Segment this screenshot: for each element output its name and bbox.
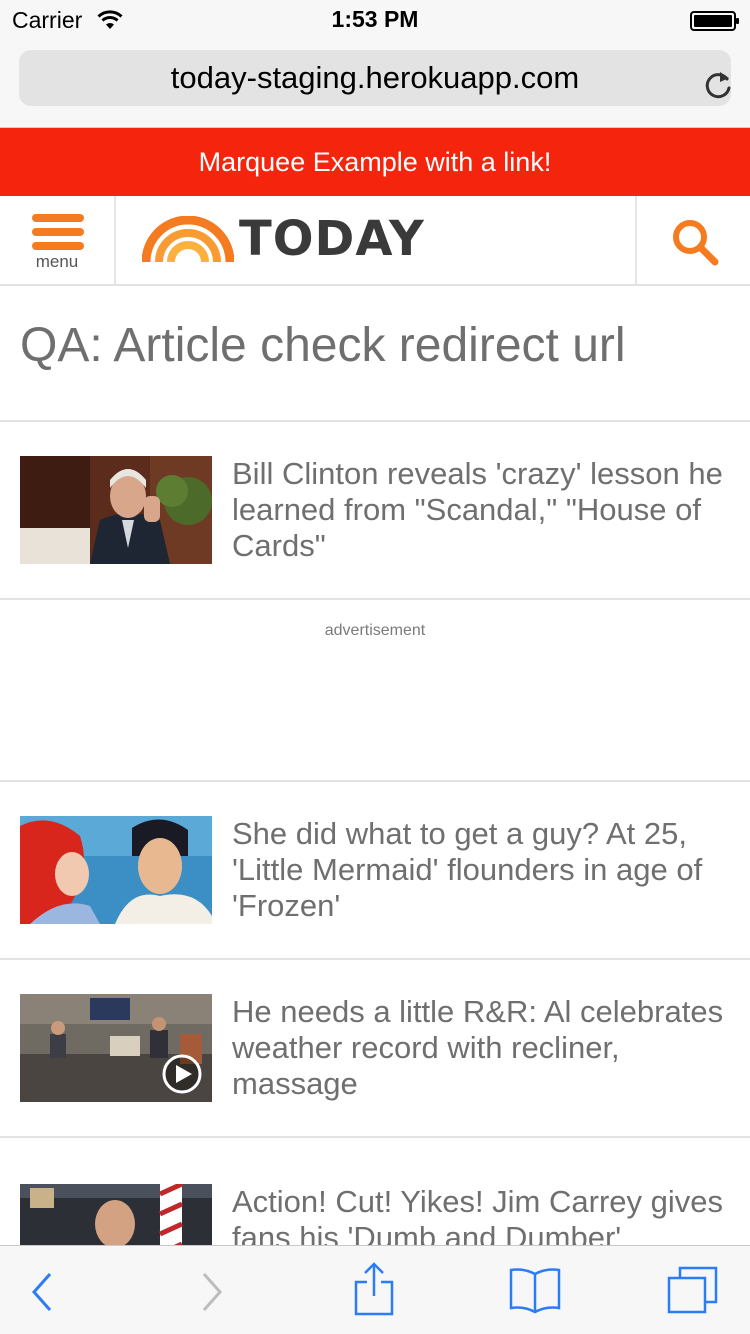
browser-toolbar (0, 1245, 750, 1334)
divider (0, 780, 750, 782)
article-headline[interactable]: She did what to get a guy? At 25, 'Littl… (232, 816, 732, 924)
divider (0, 598, 750, 600)
search-icon (673, 220, 719, 266)
article-thumbnail[interactable] (20, 994, 212, 1102)
article-thumbnail[interactable] (20, 456, 212, 564)
status-bar: Carrier 1:53 PM (0, 0, 750, 40)
menu-label: menu (35, 252, 79, 271)
site-header: menu TODAY (0, 196, 750, 286)
reload-icon[interactable] (703, 69, 733, 101)
page-title: QA: Article check redirect url (20, 319, 626, 372)
tabs-icon[interactable] (666, 1266, 720, 1316)
marquee-link[interactable]: Marquee Example with a link! (0, 128, 750, 196)
forward-icon[interactable] (200, 1272, 224, 1312)
divider (0, 1136, 750, 1138)
marquee-banner: Marquee Example with a link! (0, 128, 750, 196)
search-button[interactable] (635, 196, 750, 284)
address-bar[interactable]: today-staging.herokuapp.com (19, 50, 731, 106)
battery-icon (690, 11, 739, 31)
address-url[interactable]: today-staging.herokuapp.com (19, 50, 731, 106)
divider (0, 420, 750, 422)
browser-address-area: today-staging.herokuapp.com (0, 40, 750, 128)
article-thumbnail[interactable] (20, 816, 212, 924)
share-icon[interactable] (352, 1262, 396, 1318)
logo-text: TODAY (239, 211, 425, 267)
status-time: 1:53 PM (331, 6, 419, 32)
today-logo-icon (142, 216, 234, 262)
advertisement-label: advertisement (324, 622, 426, 639)
back-icon[interactable] (30, 1272, 54, 1312)
divider (0, 958, 750, 960)
today-logo[interactable]: TODAY (142, 210, 442, 270)
menu-button[interactable]: menu (0, 196, 116, 284)
article-headline[interactable]: Bill Clinton reveals 'crazy' lesson he l… (232, 456, 732, 564)
bookmarks-icon[interactable] (508, 1266, 562, 1314)
menu-icon (32, 214, 84, 250)
article-headline[interactable]: He needs a little R&R: Al celebrates wea… (232, 994, 732, 1102)
